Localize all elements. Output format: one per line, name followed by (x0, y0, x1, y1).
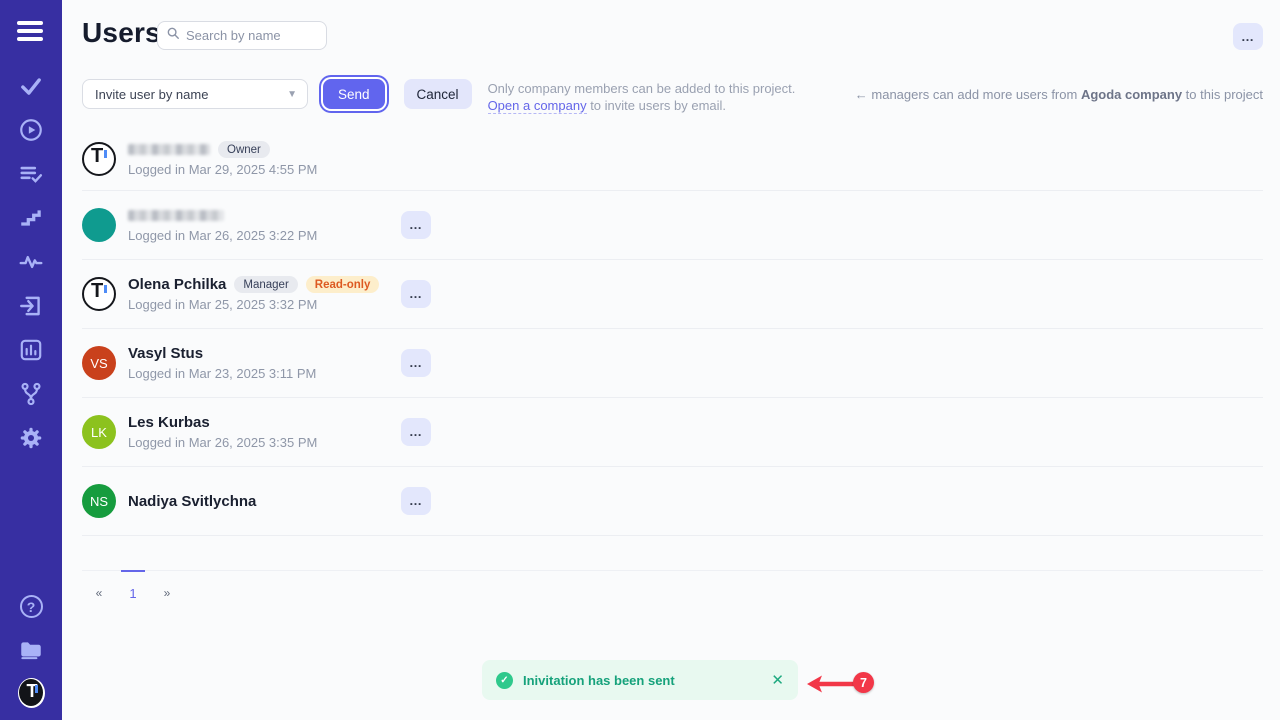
avatar-app-logo: T (82, 142, 116, 176)
page-more-button[interactable]: … (1233, 23, 1263, 50)
page-title: Users (82, 17, 161, 49)
redacted-name (128, 144, 210, 155)
user-name: Nadiya Svitlychna (128, 493, 256, 510)
pagination-next[interactable]: » (155, 571, 179, 601)
invite-bar: Invite user by name ▼ Send Cancel Only c… (82, 79, 795, 114)
last-login: Logged in Mar 26, 2025 3:35 PM (128, 435, 401, 450)
user-row: T Owner Logged in Mar 29, 2025 4:55 PM (82, 128, 1263, 191)
user-name: Olena Pchilka (128, 276, 226, 293)
pagination-page-1[interactable]: 1 (121, 570, 145, 601)
invite-note: Only company members can be added to thi… (488, 79, 796, 114)
projects-folder-icon[interactable] (18, 636, 45, 663)
redacted-name (128, 210, 224, 221)
search-box[interactable] (157, 21, 327, 50)
avatar: NS (82, 484, 116, 518)
pagination: « 1 » (82, 570, 1263, 601)
avatar (82, 208, 116, 242)
user-list: T Owner Logged in Mar 29, 2025 4:55 PM L… (82, 128, 1263, 536)
user-row: Logged in Mar 26, 2025 3:22 PM … (82, 191, 1263, 260)
avatar: LK (82, 415, 116, 449)
app-logo[interactable]: T (18, 679, 45, 706)
cancel-button[interactable]: Cancel (404, 79, 472, 109)
avatar-app-logo: T (82, 277, 116, 311)
invite-user-select[interactable]: Invite user by name ▼ (82, 79, 308, 109)
user-name: Les Kurbas (128, 414, 210, 431)
steps-icon[interactable] (18, 204, 45, 231)
toast-close-icon[interactable]: ✕ (763, 671, 784, 689)
readonly-badge: Read-only (306, 276, 380, 293)
activity-pulse-icon[interactable] (18, 248, 45, 275)
user-row: LK Les Kurbas Logged in Mar 26, 2025 3:3… (82, 398, 1263, 467)
last-login: Logged in Mar 29, 2025 4:55 PM (128, 162, 401, 177)
user-menu-button[interactable]: … (401, 487, 431, 515)
report-chart-icon[interactable] (18, 336, 45, 363)
user-menu-button[interactable]: … (401, 418, 431, 446)
role-badge: Owner (218, 141, 270, 158)
last-login: Logged in Mar 23, 2025 3:11 PM (128, 366, 401, 381)
user-menu-button[interactable]: … (401, 349, 431, 377)
last-login: Logged in Mar 25, 2025 3:32 PM (128, 297, 401, 312)
task-list-icon[interactable] (18, 160, 45, 187)
success-toast: ✓ Inivitation has been sent ✕ (482, 660, 798, 700)
settings-gear-icon[interactable] (18, 424, 45, 451)
user-row: NS Nadiya Svitlychna … (82, 467, 1263, 536)
user-menu-button[interactable]: … (401, 211, 431, 239)
sidebar: ? T (0, 0, 62, 720)
user-row: VS Vasyl Stus Logged in Mar 23, 2025 3:1… (82, 329, 1263, 398)
branches-icon[interactable] (18, 380, 45, 407)
success-check-icon: ✓ (496, 672, 513, 689)
help-icon[interactable]: ? (18, 593, 45, 620)
open-company-link[interactable]: Open a company (488, 98, 587, 114)
user-menu-button[interactable]: … (401, 280, 431, 308)
play-circle-icon[interactable] (18, 116, 45, 143)
sidebar-nav (0, 72, 62, 451)
role-badge: Manager (234, 276, 297, 293)
sidebar-footer: ? T (0, 593, 62, 706)
search-input[interactable] (186, 28, 362, 43)
send-button[interactable]: Send (323, 79, 385, 109)
check-icon[interactable] (18, 72, 45, 99)
main-content: Users … Invite user by name ▼ Send Cance… (62, 0, 1280, 720)
last-login: Logged in Mar 26, 2025 3:22 PM (128, 228, 401, 243)
annotation-arrow (805, 673, 857, 700)
import-box-icon[interactable] (18, 292, 45, 319)
avatar: VS (82, 346, 116, 380)
user-row: T Olena Pchilka Manager Read-only Logged… (82, 260, 1263, 329)
hamburger-menu-icon[interactable] (17, 21, 45, 45)
chevron-down-icon: ▼ (287, 89, 297, 100)
managers-note: ← managers can add more users from Agoda… (855, 87, 1263, 102)
toast-message: Inivitation has been sent (523, 673, 763, 688)
search-icon (166, 26, 180, 45)
user-name: Vasyl Stus (128, 345, 203, 362)
pagination-prev[interactable]: « (87, 571, 111, 601)
annotation-step-badge: 7 (853, 672, 874, 693)
